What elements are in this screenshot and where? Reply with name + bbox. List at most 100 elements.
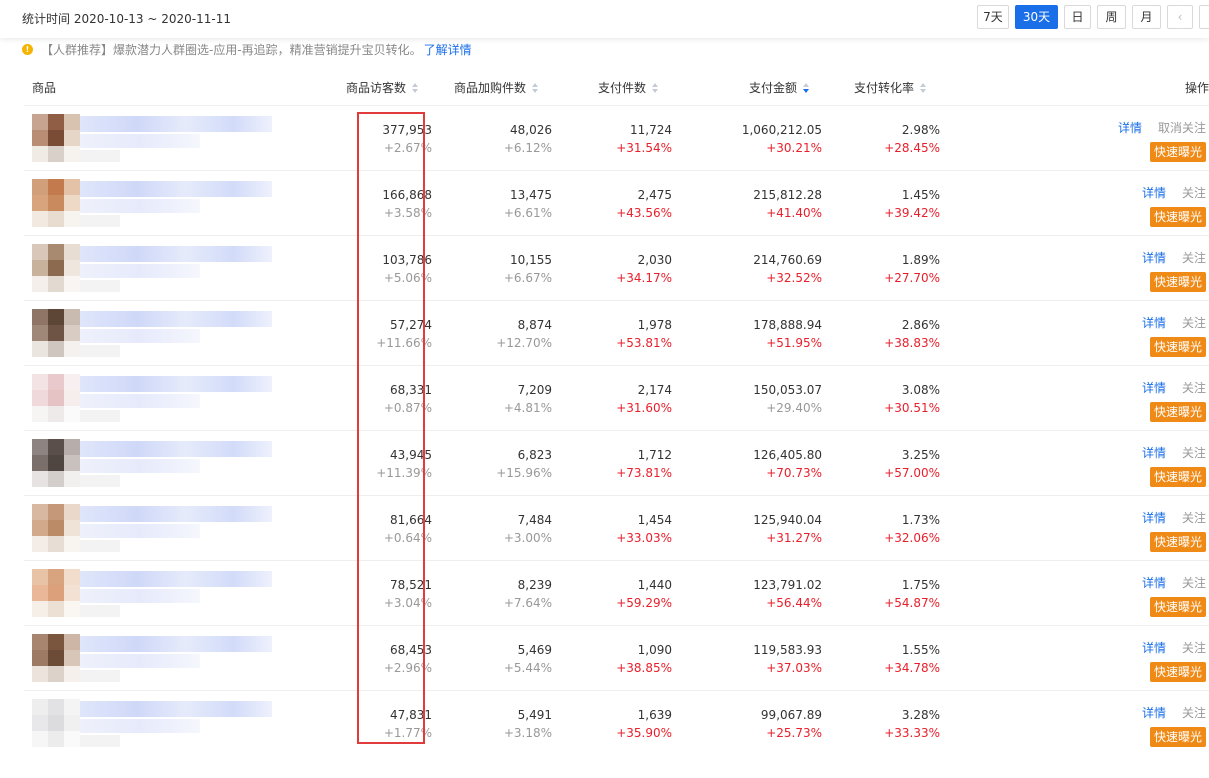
product-name-blurred[interactable]	[80, 441, 272, 457]
sort-icon	[652, 82, 659, 93]
detail-link[interactable]: 详情	[1142, 641, 1166, 655]
cart-value: 8,874	[517, 318, 552, 332]
quick-exposure-button[interactable]: 快速曝光	[1149, 337, 1206, 357]
detail-link[interactable]: 详情	[1118, 121, 1142, 135]
product-name-blurred[interactable]	[80, 311, 272, 327]
product-thumbnail[interactable]	[32, 439, 80, 487]
range-30-days-button[interactable]: 30天	[1015, 5, 1058, 29]
pay-count-change: +59.29%	[616, 596, 672, 610]
product-thumbnail[interactable]	[32, 244, 80, 292]
quick-exposure-button[interactable]: 快速曝光	[1149, 402, 1206, 422]
column-header-cart[interactable]: 商品加购件数	[454, 79, 539, 96]
quick-exposure-button[interactable]: 快速曝光	[1149, 142, 1206, 162]
follow-link[interactable]: 关注	[1182, 641, 1206, 655]
product-name-blurred[interactable]	[80, 116, 272, 132]
quick-exposure-button[interactable]: 快速曝光	[1149, 272, 1206, 292]
follow-link[interactable]: 关注	[1182, 251, 1206, 265]
table-row: 166,868 +3.58% 13,475 +6.61% 2,475 +43.56% 215…	[24, 171, 1209, 236]
product-thumbnail[interactable]	[32, 309, 80, 357]
cart-value: 6,823	[517, 448, 552, 462]
pay-count-change: +34.17%	[616, 271, 672, 285]
product-name-blurred[interactable]	[80, 246, 272, 262]
pay-amount-value: 215,812.28	[753, 188, 822, 202]
cell-pay-count: 2,174 +31.60%	[616, 366, 672, 416]
follow-link[interactable]: 关注	[1182, 316, 1206, 330]
range-7-days-button[interactable]: 7天	[977, 5, 1009, 29]
pay-amount-value: 123,791.02	[753, 578, 822, 592]
product-thumbnail[interactable]	[32, 699, 80, 747]
detail-link[interactable]: 详情	[1142, 316, 1166, 330]
product-meta-blurred	[80, 345, 120, 357]
product-thumbnail[interactable]	[32, 504, 80, 552]
detail-link[interactable]: 详情	[1142, 446, 1166, 460]
product-meta-blurred	[80, 475, 120, 487]
date-range-selector: 7天 30天 日 周 月 ‹ ›	[977, 5, 1209, 29]
product-thumbnail[interactable]	[32, 179, 80, 227]
follow-link[interactable]: 关注	[1182, 381, 1206, 395]
conv-change: +38.83%	[884, 336, 940, 350]
detail-link[interactable]: 详情	[1142, 251, 1166, 265]
product-name-blurred[interactable]	[80, 376, 272, 392]
cell-cart: 48,026 +6.12%	[504, 106, 552, 156]
range-month-button[interactable]: 月	[1132, 5, 1161, 29]
product-name-blurred[interactable]	[80, 571, 272, 587]
quick-exposure-button[interactable]: 快速曝光	[1149, 597, 1206, 617]
product-thumbnail[interactable]	[32, 114, 80, 162]
product-thumbnail[interactable]	[32, 374, 80, 422]
pay-count-change: +53.81%	[616, 336, 672, 350]
notice-text: 【人群推荐】爆款潜力人群圈选-应用-再追踪，精准营销提升宝贝转化。	[41, 42, 422, 57]
product-name-blurred[interactable]	[80, 506, 272, 522]
quick-exposure-button[interactable]: 快速曝光	[1149, 727, 1206, 747]
range-week-button[interactable]: 周	[1097, 5, 1126, 29]
prev-period-button[interactable]: ‹	[1167, 5, 1193, 29]
detail-link[interactable]: 详情	[1142, 186, 1166, 200]
conv-value: 2.98%	[901, 123, 940, 137]
follow-link[interactable]: 关注	[1182, 576, 1206, 590]
next-period-button[interactable]: ›	[1199, 5, 1209, 29]
product-name-blurred[interactable]	[80, 701, 272, 717]
column-header-conversion[interactable]: 支付转化率	[854, 79, 927, 96]
product-thumbnail[interactable]	[32, 569, 80, 617]
cart-change: +15.96%	[496, 466, 552, 480]
product-name-blurred[interactable]	[80, 636, 272, 652]
pay-count-change: +38.85%	[616, 661, 672, 675]
conv-change: +30.51%	[884, 401, 940, 415]
cell-pay-count: 2,475 +43.56%	[616, 171, 672, 221]
conv-value: 3.25%	[901, 448, 940, 462]
column-header-visitors[interactable]: 商品访客数	[346, 79, 419, 96]
quick-exposure-button[interactable]: 快速曝光	[1149, 532, 1206, 552]
table-row: 78,521 +3.04% 8,239 +7.64% 1,440 +59.29% 123,7…	[24, 561, 1209, 626]
chevron-left-icon: ‹	[1177, 10, 1183, 24]
range-day-button[interactable]: 日	[1064, 5, 1091, 29]
unfollow-link[interactable]: 取消关注	[1158, 121, 1206, 135]
column-header-pay-amount[interactable]: 支付金额	[749, 79, 810, 96]
conv-change: +34.78%	[884, 661, 940, 675]
product-thumbnail[interactable]	[32, 634, 80, 682]
detail-link[interactable]: 详情	[1142, 381, 1166, 395]
sort-icon	[920, 82, 927, 93]
cell-pay-count: 11,724 +31.54%	[616, 106, 672, 156]
pay-amount-change: +37.03%	[766, 661, 822, 675]
quick-exposure-button[interactable]: 快速曝光	[1149, 467, 1206, 487]
follow-link[interactable]: 关注	[1182, 706, 1206, 720]
row-actions: 详情 关注快速曝光	[1086, 379, 1206, 422]
follow-link[interactable]: 关注	[1182, 446, 1206, 460]
learn-more-link[interactable]: 了解详情	[424, 41, 472, 58]
follow-link[interactable]: 关注	[1182, 511, 1206, 525]
detail-link[interactable]: 详情	[1142, 576, 1166, 590]
pay-count-value: 1,978	[637, 318, 672, 332]
product-name-blurred[interactable]	[80, 181, 272, 197]
detail-link[interactable]: 详情	[1142, 706, 1166, 720]
row-actions: 详情 取消关注快速曝光	[1086, 119, 1206, 162]
follow-link[interactable]: 关注	[1182, 186, 1206, 200]
quick-exposure-button[interactable]: 快速曝光	[1149, 207, 1206, 227]
cart-value: 13,475	[510, 188, 552, 202]
conv-value: 1.75%	[901, 578, 940, 592]
conv-change: +28.45%	[884, 141, 940, 155]
detail-link[interactable]: 详情	[1142, 511, 1166, 525]
quick-exposure-button[interactable]: 快速曝光	[1149, 662, 1206, 682]
conv-change: +33.33%	[884, 726, 940, 740]
cell-cart: 5,491 +3.18%	[504, 691, 552, 741]
table-row: 377,953 +2.67% 48,026 +6.12% 11,724 +31.54% 1,…	[24, 106, 1209, 171]
column-header-pay-count[interactable]: 支付件数	[598, 79, 659, 96]
